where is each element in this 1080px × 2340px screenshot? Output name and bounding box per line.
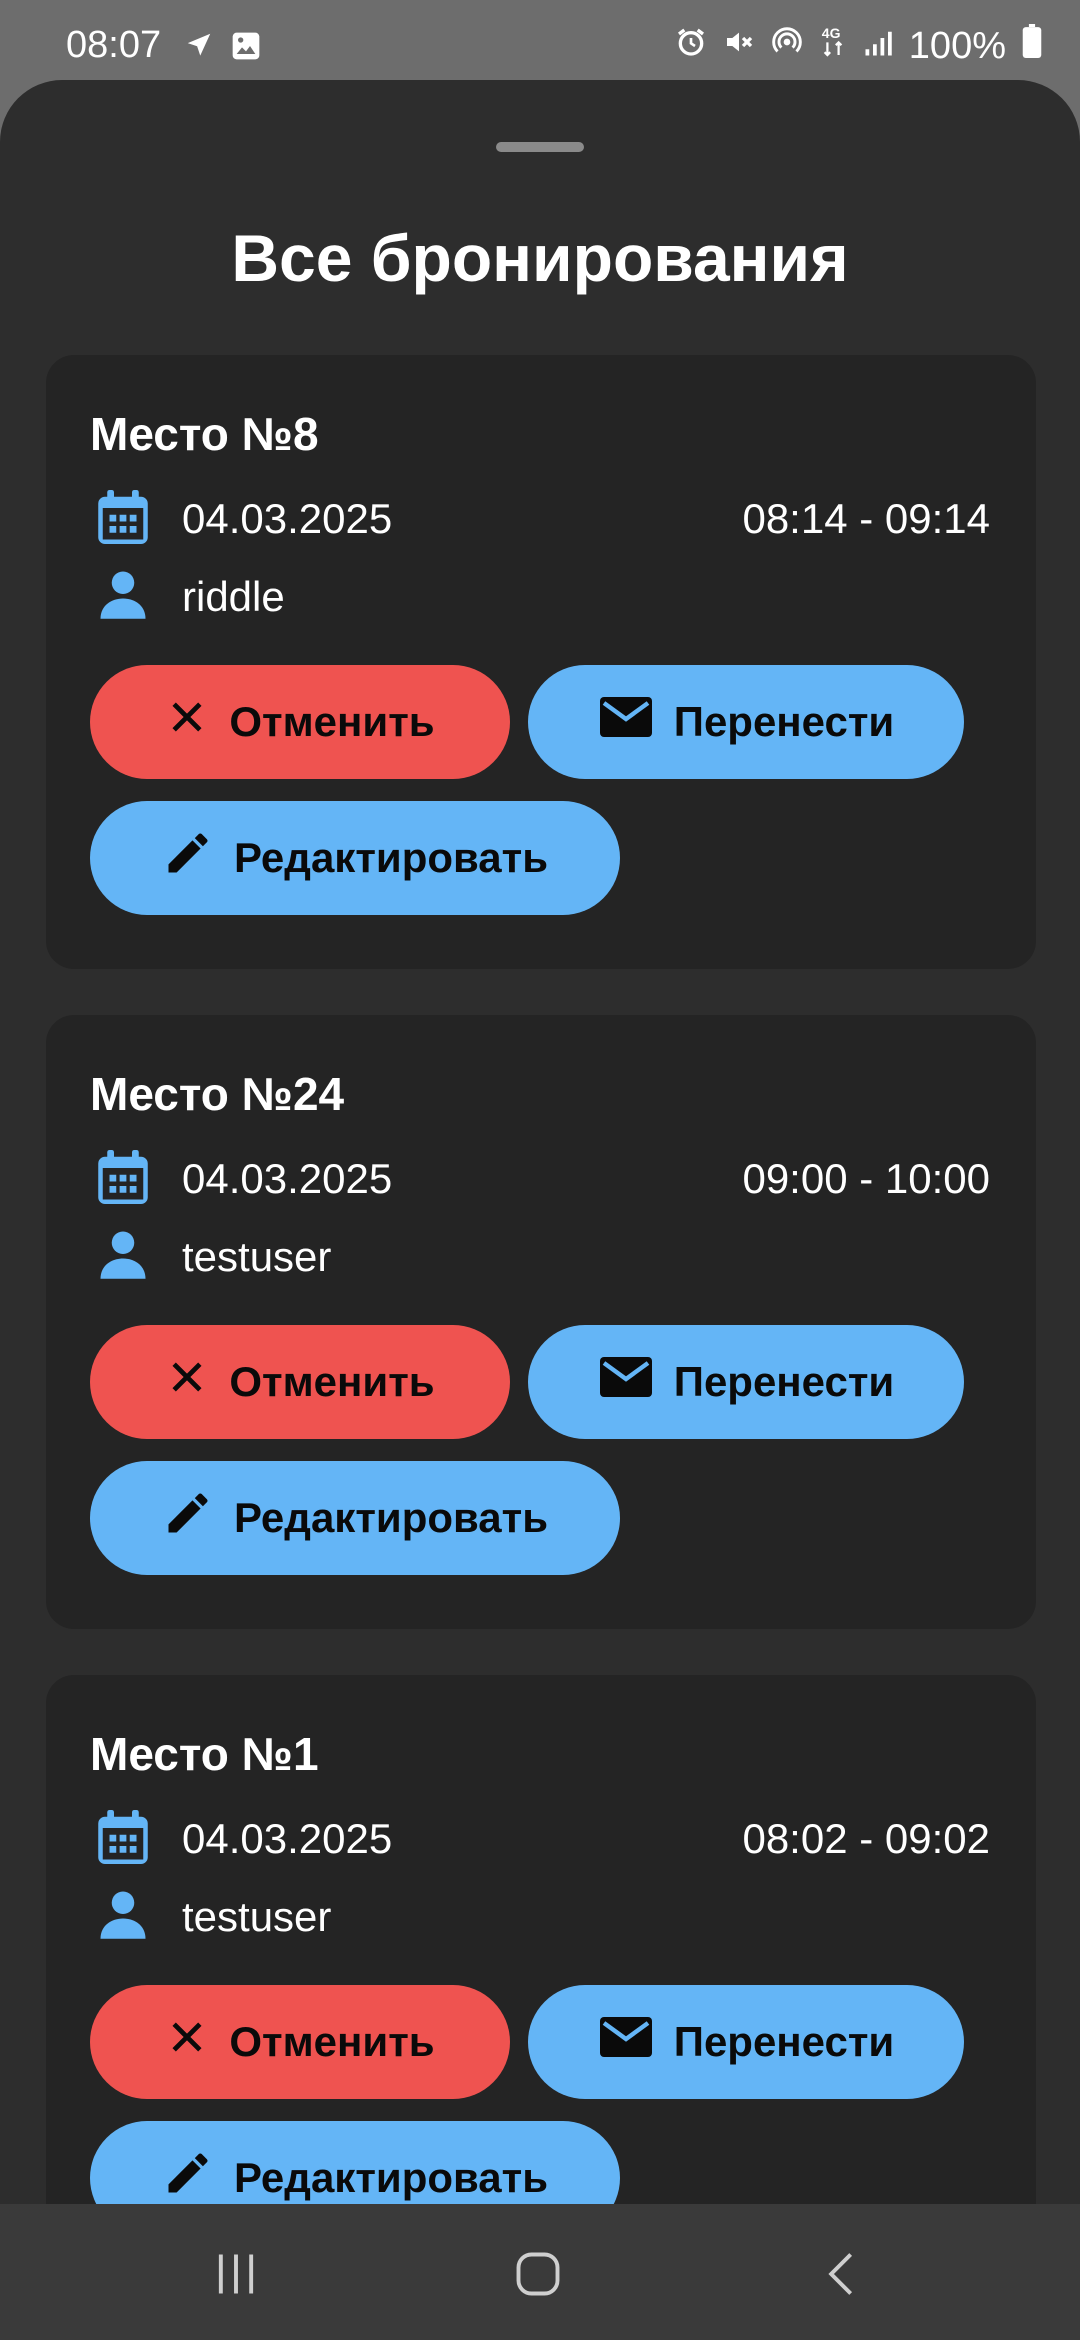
cancel-button[interactable]: Отменить — [90, 1985, 510, 2099]
cancel-button[interactable]: Отменить — [90, 1325, 510, 1439]
mail-icon — [598, 1355, 654, 1409]
reschedule-button[interactable]: Перенести — [528, 1985, 964, 2099]
mute-icon — [723, 25, 755, 68]
status-time: 08:07 — [66, 24, 162, 66]
person-icon — [96, 567, 150, 626]
close-icon — [165, 2015, 209, 2069]
alarm-icon — [675, 25, 707, 68]
reschedule-label: Перенести — [673, 2018, 895, 2065]
home-icon[interactable] — [512, 2248, 564, 2305]
sheet-title: Все бронирования — [231, 221, 849, 295]
navigation-bar — [0, 2204, 1080, 2340]
booking-place: Место №1 — [90, 1728, 319, 1780]
edit-button[interactable]: Редактировать — [90, 801, 620, 915]
edit-button[interactable]: Редактировать — [90, 1461, 620, 1575]
booking-time: 08:02 - 09:02 — [742, 1815, 990, 1862]
navigation-icon — [184, 30, 214, 67]
reschedule-label: Перенести — [673, 1358, 895, 1405]
mail-icon — [598, 695, 654, 749]
4g-icon: 4G — [819, 24, 847, 68]
booking-date: 04.03.2025 — [182, 1155, 393, 1202]
edit-label: Редактировать — [233, 1494, 549, 1541]
booking-card: Место №24 04.03.2025 09:00 - 10:00 testu… — [46, 1015, 1036, 1629]
battery-text: 100% — [908, 24, 1006, 67]
battery-icon — [1022, 24, 1042, 68]
pencil-icon — [162, 827, 214, 889]
edit-button[interactable]: Редактировать — [90, 2121, 620, 2204]
booking-user: testuser — [182, 1893, 332, 1940]
reschedule-button[interactable]: Перенести — [528, 665, 964, 779]
reschedule-label: Перенести — [673, 698, 895, 745]
booking-user: riddle — [182, 573, 285, 620]
booking-user: testuser — [182, 1233, 332, 1280]
person-icon — [96, 1887, 150, 1946]
close-icon — [165, 695, 209, 749]
back-icon[interactable] — [816, 2248, 868, 2305]
signal-icon — [863, 25, 893, 68]
booking-place: Место №8 — [90, 408, 319, 460]
calendar-icon — [96, 1147, 150, 1212]
cancel-label: Отменить — [229, 698, 435, 745]
calendar-icon — [96, 1807, 150, 1872]
edit-label: Редактировать — [233, 834, 549, 881]
pencil-icon — [162, 1487, 214, 1549]
booking-time: 09:00 - 10:00 — [742, 1155, 990, 1202]
image-icon — [230, 30, 262, 67]
cancel-label: Отменить — [229, 2018, 435, 2065]
person-icon — [96, 1227, 150, 1286]
recent-apps-icon[interactable] — [210, 2248, 262, 2305]
close-icon — [165, 1355, 209, 1409]
cancel-label: Отменить — [229, 1358, 435, 1405]
reschedule-button[interactable]: Перенести — [528, 1325, 964, 1439]
drag-handle[interactable] — [496, 142, 584, 152]
svg-text:4G: 4G — [822, 25, 841, 41]
mail-icon — [598, 2015, 654, 2069]
edit-label: Редактировать — [233, 2154, 549, 2201]
booking-time: 08:14 - 09:14 — [742, 495, 990, 542]
booking-date: 04.03.2025 — [182, 495, 393, 542]
calendar-icon — [96, 487, 150, 552]
cancel-button[interactable]: Отменить — [90, 665, 510, 779]
hotspot-icon — [771, 25, 803, 68]
booking-place: Место №24 — [90, 1068, 345, 1120]
pencil-icon — [162, 2147, 214, 2204]
bookings-sheet: Все бронирования Место №8 04.03.2025 08:… — [0, 80, 1080, 2204]
booking-card: Место №8 04.03.2025 08:14 - 09:14 riddle… — [46, 355, 1036, 969]
booking-card: Место №1 04.03.2025 08:02 - 09:02 testus… — [46, 1675, 1036, 2204]
booking-date: 04.03.2025 — [182, 1815, 393, 1862]
status-bar: 08:07 4G 100% — [0, 0, 1080, 80]
